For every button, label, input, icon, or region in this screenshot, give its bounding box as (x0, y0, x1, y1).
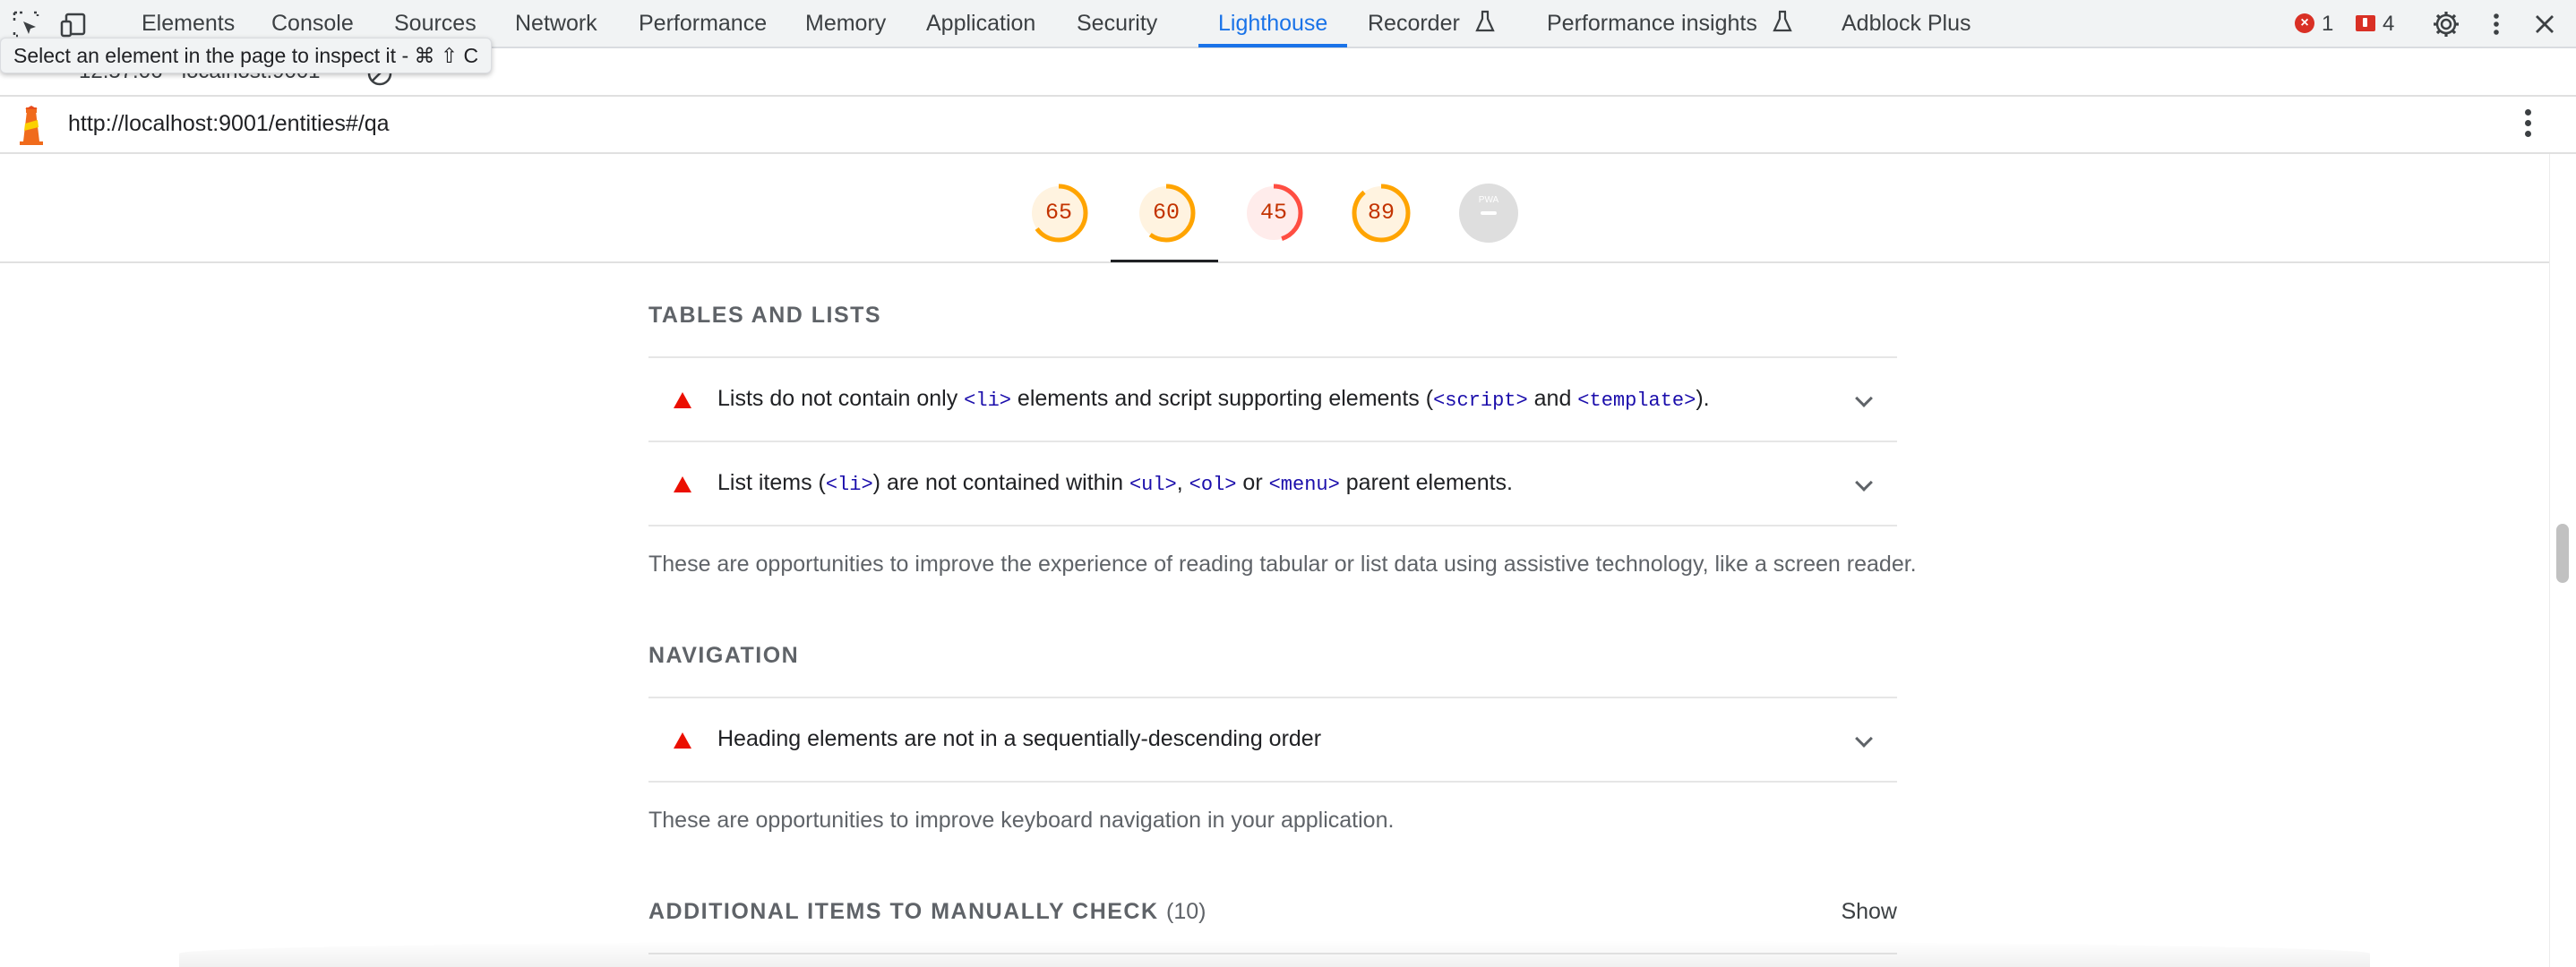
bottom-shadow (179, 940, 2370, 967)
tab-adblock-plus[interactable]: Adblock Plus (1842, 0, 1971, 48)
tab-memory[interactable]: Memory (805, 0, 886, 48)
tab-lighthouse[interactable]: Lighthouse (1218, 0, 1327, 48)
issues-counter[interactable]: 4 (2356, 0, 2394, 48)
chevron-down-icon[interactable] (1855, 474, 1873, 492)
error-count: 1 (2322, 12, 2334, 36)
inspect-tooltip: Select an element in the page to inspect… (0, 38, 493, 73)
inspect-element-icon[interactable] (11, 9, 41, 39)
audit-title: Heading elements are not in a sequential… (717, 726, 1322, 751)
report-url[interactable]: http://localhost:9001/entities#/qa (68, 111, 390, 137)
gauge-pwa[interactable]: PWA (1458, 183, 1519, 244)
tab-application[interactable]: Application (926, 0, 1035, 48)
issue-icon (2356, 14, 2375, 31)
pwa-badge-icon: PWA (1459, 184, 1518, 243)
active-category-indicator (1111, 260, 1218, 262)
gauge-score: 89 (1367, 200, 1395, 226)
tab-recorder-label: Recorder (1368, 11, 1460, 36)
gauge-score: 60 (1152, 200, 1180, 226)
audit-title: Lists do not contain only <li> elements … (717, 386, 1710, 412)
lighthouse-logo-icon (20, 106, 43, 145)
audit-list-item[interactable]: Lists do not contain only <li> elements … (648, 358, 1897, 441)
tab-recorder[interactable]: Recorder (1368, 0, 1495, 48)
scrollbar-thumb[interactable] (2556, 524, 2569, 583)
fail-triangle-icon (674, 732, 691, 749)
gauge-seo[interactable]: 89 (1351, 183, 1412, 244)
group-title-navigation: Navigation (648, 643, 800, 668)
experimental-flask-icon (1773, 11, 1792, 32)
manual-checks-count: (10) (1166, 899, 1206, 924)
tab-performance-insights[interactable]: Performance insights (1547, 0, 1792, 48)
chevron-down-icon[interactable] (1855, 730, 1873, 748)
divider (648, 525, 1897, 526)
group-description: These are opportunities to improve keybo… (648, 808, 1395, 833)
chevron-down-icon[interactable] (1855, 389, 1873, 407)
divider (648, 781, 1897, 783)
gauge-best-practices[interactable]: 45 (1243, 183, 1304, 244)
group-title-tables-lists: Tables and lists (648, 303, 882, 328)
fail-triangle-icon (674, 392, 691, 408)
gauge-score: 65 (1044, 200, 1072, 226)
tab-network[interactable]: Network (515, 0, 597, 48)
report-menu-icon[interactable] (2522, 109, 2533, 141)
tab-performance[interactable]: Performance (639, 0, 767, 48)
error-counter[interactable]: × 1 (2295, 0, 2333, 48)
issue-count: 4 (2383, 12, 2395, 36)
pwa-label: PWA (1479, 195, 1499, 205)
audit-title: List items (<li>) are not contained with… (717, 470, 1513, 496)
tab-security[interactable]: Security (1077, 0, 1157, 48)
settings-gear-icon[interactable] (2431, 9, 2461, 39)
audit-list-item[interactable]: Heading elements are not in a sequential… (648, 698, 1897, 781)
audit-list-item[interactable]: List items (<li>) are not contained with… (648, 442, 1897, 525)
group-title-manual-checks: Additional items to manually check (10) (648, 899, 1206, 925)
group-description: These are opportunities to improve the e… (648, 552, 1917, 577)
score-gauges-header: 65 60 45 89 PWA (0, 154, 2549, 263)
error-icon: × (2295, 13, 2314, 33)
close-devtools-icon[interactable] (2529, 9, 2560, 39)
experimental-flask-icon (1475, 11, 1495, 32)
gauge-accessibility[interactable]: 60 (1136, 183, 1197, 244)
report-url-bar: http://localhost:9001/entities#/qa (0, 97, 2576, 154)
manual-checks-label: Additional items to manually check (648, 899, 1159, 924)
fail-triangle-icon (674, 476, 691, 492)
more-options-icon[interactable] (2481, 9, 2512, 39)
device-toolbar-icon[interactable] (59, 9, 90, 39)
active-tab-indicator (1198, 44, 1347, 47)
gauge-score: 45 (1259, 200, 1287, 226)
gauge-performance[interactable]: 65 (1028, 183, 1089, 244)
tab-performance-insights-label: Performance insights (1547, 11, 1757, 36)
show-manual-checks-button[interactable]: Show (1841, 899, 1897, 925)
